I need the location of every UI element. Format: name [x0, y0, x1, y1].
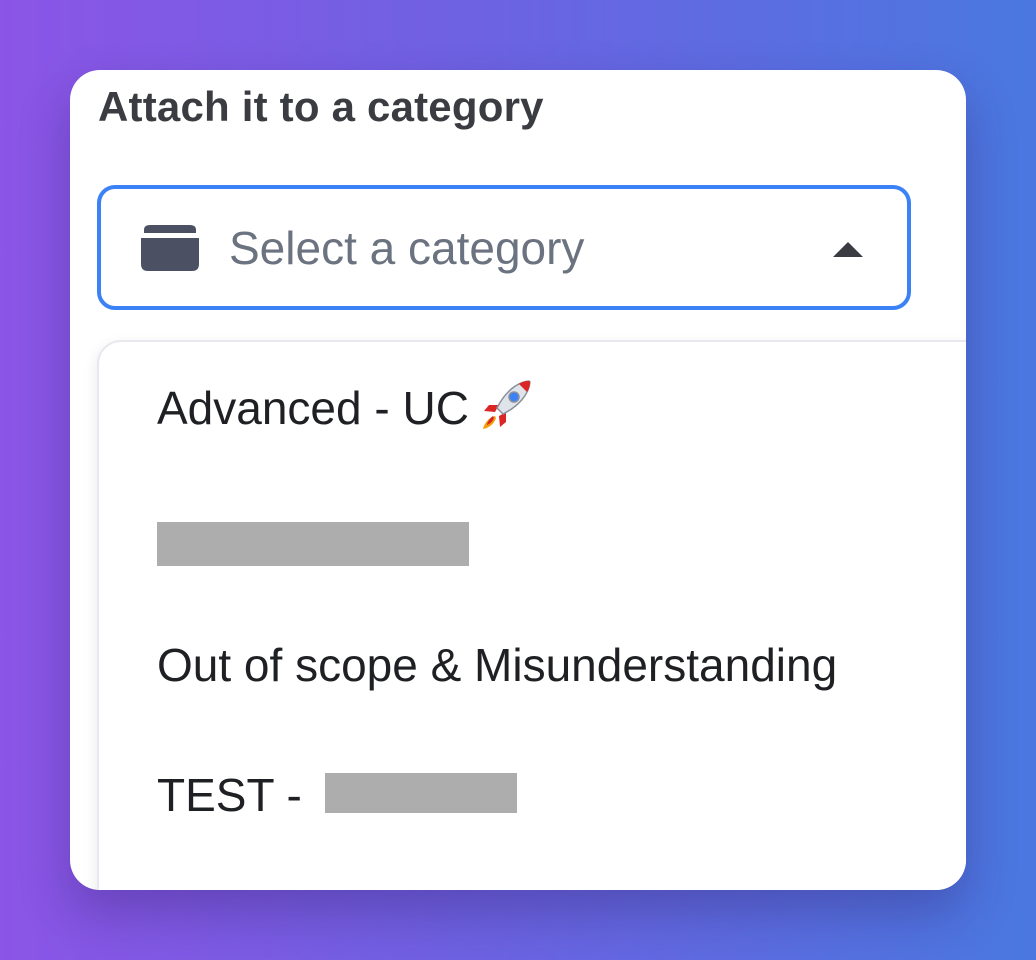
caret-up-icon[interactable] — [833, 242, 863, 257]
rocket-icon — [482, 380, 531, 429]
option-label: TEST - — [157, 769, 315, 821]
category-card: Attach it to a category Select a categor… — [70, 70, 966, 890]
option-test[interactable]: TEST - — [157, 766, 517, 824]
redaction-block — [157, 522, 469, 567]
option-label: Out of scope & Misunderstanding — [157, 639, 838, 691]
category-dropdown: Advanced - UC Out of scope & Misundersta… — [97, 340, 966, 890]
redaction-block — [324, 773, 517, 813]
folder-icon — [141, 225, 199, 271]
option-label: Advanced - UC — [157, 382, 469, 434]
option-out-of-scope[interactable]: Out of scope & Misunderstanding — [157, 636, 837, 694]
option-redacted[interactable] — [157, 508, 469, 567]
category-select[interactable]: Select a category — [97, 185, 911, 310]
form-label: Attach it to a category — [98, 83, 544, 130]
option-advanced-uc[interactable]: Advanced - UC — [157, 378, 533, 436]
select-placeholder: Select a category — [229, 222, 585, 274]
